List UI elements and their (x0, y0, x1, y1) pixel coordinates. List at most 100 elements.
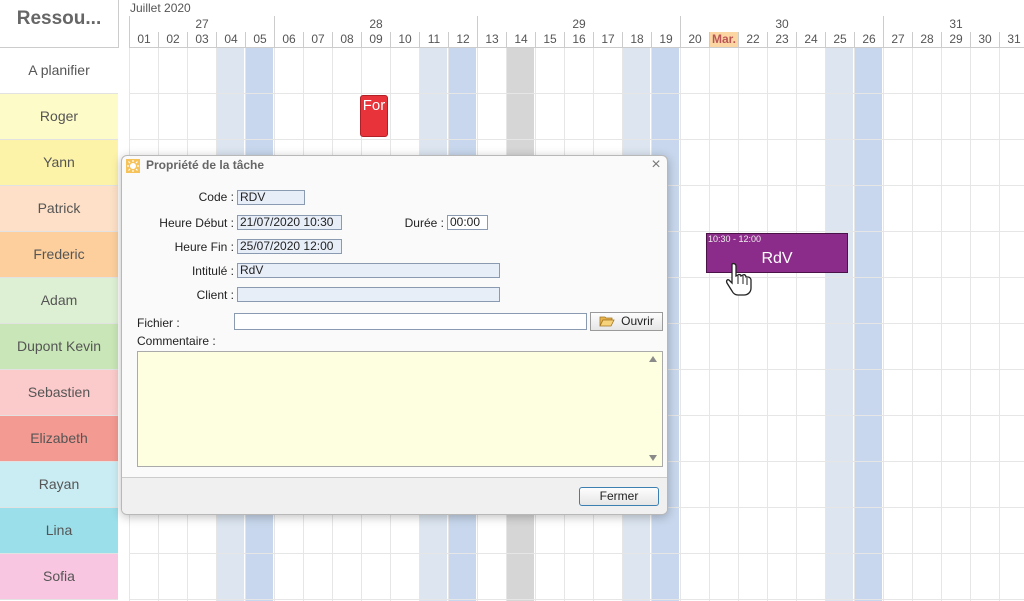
dialog-title: Propriété de la tâche (146, 158, 265, 172)
resource-row[interactable]: Adam (0, 278, 118, 324)
resource-row[interactable]: Sofia (0, 554, 118, 600)
day-header-cell[interactable]: 22 (738, 32, 767, 47)
resource-row[interactable]: Rayan (0, 462, 118, 508)
comment-scrollbar[interactable] (645, 352, 661, 465)
heure-fin-field[interactable]: 25/07/2020 12:00 (237, 239, 342, 254)
ouvrir-button[interactable]: Ouvrir (590, 312, 663, 331)
heure-fin-label: Heure Fin : (174, 240, 234, 254)
grid-column-line (709, 48, 710, 601)
resource-row[interactable]: Roger (0, 94, 118, 140)
day-header-cell[interactable]: 16 (564, 32, 593, 47)
week-28: 28 (274, 16, 477, 32)
grid-column-line (970, 48, 971, 601)
resource-row[interactable]: Lina (0, 508, 118, 554)
week-27: 27 (129, 16, 274, 32)
day-header-cell[interactable]: 31 (999, 32, 1024, 47)
day-header-cell[interactable]: 13 (477, 32, 506, 47)
day-header-cell[interactable]: 17 (593, 32, 622, 47)
grid-column-line (796, 48, 797, 601)
grid-column-line (825, 48, 826, 601)
day-header-cell[interactable]: 24 (796, 32, 825, 47)
task-properties-dialog[interactable]: Propriété de la tâche × Code : RDV Heure… (121, 155, 668, 515)
resource-row[interactable]: Patrick (0, 186, 118, 232)
day-header-cell[interactable]: 30 (970, 32, 999, 47)
fermer-button[interactable]: Fermer (579, 487, 659, 506)
scroll-up-icon (649, 356, 657, 362)
grid-row-line (129, 93, 1024, 94)
commentaire-value (138, 352, 142, 370)
day-header-cell[interactable]: 23 (767, 32, 796, 47)
heure-debut-label: Heure Début : (159, 216, 234, 230)
resource-row[interactable]: A planifier (0, 48, 118, 94)
commentaire-textarea[interactable] (137, 351, 663, 467)
folder-open-icon (599, 316, 615, 327)
day-header-cell[interactable]: 11 (419, 32, 448, 47)
duree-field[interactable]: 00:00 (447, 215, 488, 230)
event-for[interactable]: For (360, 95, 388, 137)
day-header-cell[interactable]: 01 (129, 32, 158, 47)
code-field[interactable]: RDV (237, 190, 305, 205)
day-header-cell[interactable]: 18 (622, 32, 651, 47)
day-header-cell[interactable]: 12 (448, 32, 477, 47)
day-header-cell[interactable]: 27 (883, 32, 912, 47)
week-31: 31 (883, 16, 1024, 32)
day-header-cell[interactable]: 10 (390, 32, 419, 47)
ouvrir-label: Ouvrir (621, 314, 654, 328)
grid-column-line (767, 48, 768, 601)
day-header-cell[interactable]: 15 (535, 32, 564, 47)
grid-column-line (680, 48, 681, 601)
scroll-down-icon (649, 455, 657, 461)
day-header-cell[interactable]: 04 (216, 32, 245, 47)
heure-debut-field[interactable]: 21/07/2020 10:30 (237, 215, 342, 230)
week-29: 29 (477, 16, 680, 32)
resource-row[interactable]: Frederic (0, 232, 118, 278)
day-header-cell[interactable]: 26 (854, 32, 883, 47)
intitule-label: Intitulé : (191, 264, 234, 278)
grid-column-line (999, 48, 1000, 601)
grid-column-line (883, 48, 884, 601)
sun-app-icon (126, 159, 140, 173)
grid-column-line (941, 48, 942, 601)
day-header-cell[interactable]: 25 (825, 32, 854, 47)
day-header-cell[interactable]: 20 (680, 32, 709, 47)
client-field[interactable] (237, 287, 500, 302)
grid-row-line (129, 139, 1024, 140)
week-30: 30 (680, 16, 883, 32)
day-header-cell[interactable]: 02 (158, 32, 187, 47)
day-header-cell[interactable]: 28 (912, 32, 941, 47)
day-header-cell[interactable]: 08 (332, 32, 361, 47)
resource-row[interactable]: Yann (0, 140, 118, 186)
grid-column-line (738, 48, 739, 601)
duree-label: Durée : (404, 216, 444, 230)
grid-row-line (129, 599, 1024, 600)
hand-cursor-icon (725, 262, 752, 296)
client-label: Client : (196, 288, 234, 302)
day-header-cell[interactable]: 09 (361, 32, 390, 47)
day-header-cell[interactable]: Mar. (709, 32, 738, 47)
shaded-day-column (854, 48, 882, 601)
day-header-cell[interactable]: 07 (303, 32, 332, 47)
day-header-cell[interactable]: 19 (651, 32, 680, 47)
day-header-cell[interactable]: 14 (506, 32, 535, 47)
grid-column-line (854, 48, 855, 601)
resource-row[interactable]: Dupont Kevin (0, 324, 118, 370)
grid-column-line (912, 48, 913, 601)
fichier-label: Fichier : (137, 316, 180, 330)
day-header-cell[interactable]: 03 (187, 32, 216, 47)
resources-header: Ressou... (0, 0, 119, 48)
month-label: Juillet 2020 (130, 1, 191, 15)
event-rdv-time: 10:30 - 12:00 (708, 234, 762, 244)
commentaire-label: Commentaire : (137, 334, 216, 348)
resource-row[interactable]: Sebastien (0, 370, 118, 416)
intitule-field[interactable]: RdV (237, 263, 500, 278)
resource-row[interactable]: Elizabeth (0, 416, 118, 462)
day-header-cell[interactable]: 29 (941, 32, 970, 47)
grid-row-line (129, 553, 1024, 554)
fichier-field[interactable] (234, 313, 587, 330)
day-header-cell[interactable]: 06 (274, 32, 303, 47)
shaded-day-column (825, 48, 853, 601)
event-for-label: For (362, 97, 386, 114)
close-icon[interactable]: × (648, 156, 664, 174)
day-header-cell[interactable]: 05 (245, 32, 274, 47)
code-label: Code : (198, 190, 234, 204)
